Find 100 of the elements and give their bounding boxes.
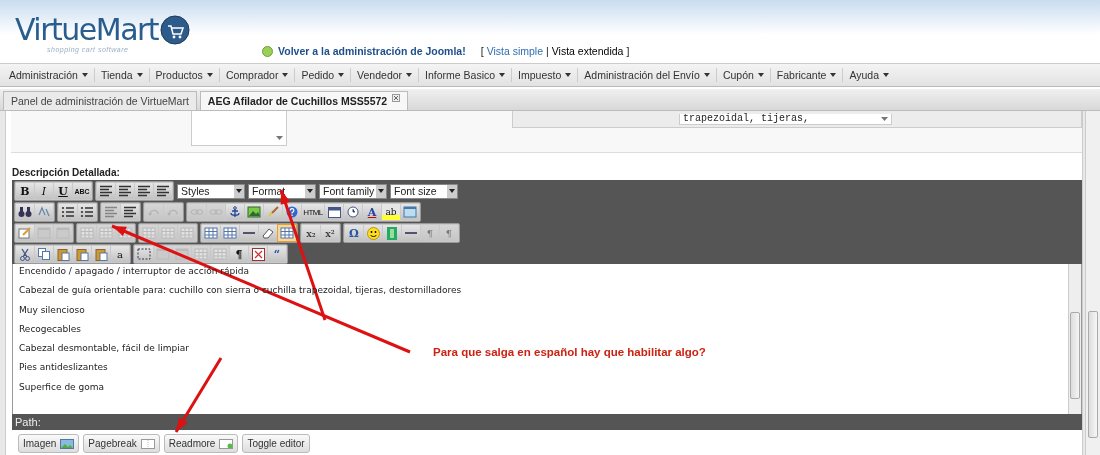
dropdown[interactable]: Font family (319, 183, 387, 199)
menu-item[interactable]: Cupón (716, 68, 771, 82)
menu-item[interactable]: Productos (149, 68, 220, 82)
table-icon (204, 227, 218, 239)
toolbar-button[interactable] (97, 183, 115, 199)
anchor-icon (228, 206, 242, 218)
menu-item[interactable]: Tienda (94, 68, 150, 82)
tab-label: Panel de administración de VirtueMart (11, 95, 189, 107)
tab[interactable]: Panel de administración de VirtueMart (3, 91, 197, 110)
toolbar-button[interactable]: U (54, 183, 72, 199)
content-line: Superfice de goma (19, 380, 104, 394)
dropdown-arrow-icon (236, 189, 242, 193)
copy-icon (37, 248, 51, 260)
toolbar-button[interactable] (16, 204, 34, 220)
content-line: Encendido / apagado / interruptor de acción rápida (19, 265, 249, 278)
clipboard-icon (94, 247, 108, 261)
toolbar-button[interactable] (202, 225, 220, 241)
toolbar-button[interactable]: B (16, 183, 34, 199)
menu-item[interactable]: Impuesto (512, 68, 579, 82)
menu-item[interactable]: Vendedor (351, 68, 420, 82)
table-icon (99, 227, 113, 239)
chain-icon (190, 206, 204, 218)
toolbar-button[interactable] (92, 246, 110, 262)
toolbar-button[interactable]: “ (268, 246, 286, 262)
editor-button[interactable]: Toggle editor (242, 434, 310, 453)
editor-button[interactable]: Pagebreak (83, 434, 160, 453)
page-icon (140, 438, 155, 449)
scrollbar[interactable] (1068, 264, 1081, 414)
toolbar-button[interactable]: Ω (345, 225, 363, 241)
table-icon (180, 227, 194, 239)
toolbar-button[interactable] (121, 204, 139, 220)
toolbar-button[interactable]: ab (382, 204, 400, 220)
toolbar-button[interactable]: x₂ (302, 225, 320, 241)
toolbar-button[interactable] (73, 246, 91, 262)
chain-icon (209, 206, 223, 218)
view-link[interactable]: Vista extendida (551, 45, 624, 57)
separator: | (546, 45, 549, 57)
toolbar-button[interactable] (249, 246, 267, 262)
toolbar-button[interactable] (344, 204, 362, 220)
select-field[interactable]: trapezoidal, tijeras, (679, 114, 892, 125)
menu-item[interactable]: Comprador (219, 68, 296, 82)
toolbar-button[interactable] (325, 204, 343, 220)
toolbar-button[interactable]: I (35, 183, 53, 199)
menu-item[interactable]: Ayuda (843, 68, 896, 82)
dropdown[interactable]: Styles (177, 183, 245, 199)
menu-item[interactable]: Administración (3, 68, 95, 82)
back-link[interactable]: Volver a la administración de Joomla! (278, 45, 466, 57)
toolbar-button[interactable] (16, 246, 34, 262)
toolbar-button[interactable] (278, 225, 296, 241)
lines-icon (137, 185, 151, 197)
toolbar-button[interactable] (59, 204, 77, 220)
toolbar-button[interactable] (402, 225, 420, 241)
toolbar-button[interactable] (135, 183, 153, 199)
dropdown[interactable]: Font size (390, 183, 458, 199)
close-icon[interactable] (392, 94, 401, 102)
lines-icon (156, 185, 170, 197)
dropdown-arrow-icon (307, 189, 313, 193)
brush-icon (266, 206, 280, 218)
toolbar-button[interactable] (226, 204, 244, 220)
toolbar-button[interactable] (245, 204, 263, 220)
joomla-icon (262, 45, 273, 57)
toolbar-button[interactable] (78, 204, 96, 220)
toolbar-button[interactable]: ¶ (230, 246, 248, 262)
menu-item[interactable]: Administración del Envío (578, 68, 717, 82)
picture-icon (247, 206, 261, 218)
menu-item[interactable]: Pedido (295, 68, 352, 82)
calendar-icon (327, 206, 341, 218)
toolbar-button[interactable] (240, 225, 258, 241)
smiley-icon (366, 226, 380, 240)
view-link[interactable]: Vista simple (486, 45, 544, 57)
caret-icon (757, 73, 764, 77)
lines-icon (123, 206, 137, 218)
menu-item[interactable]: Fabricante (770, 68, 844, 82)
lines-icon (118, 185, 132, 197)
table-icon (213, 248, 227, 260)
toolbar-button[interactable] (364, 225, 382, 241)
table-icon (223, 227, 237, 239)
caret-icon (406, 73, 413, 77)
toolbar-button[interactable] (154, 183, 172, 199)
toolbar-button[interactable] (116, 183, 134, 199)
page-scrollbar[interactable] (1085, 111, 1100, 455)
toolbar-button[interactable]: a (111, 246, 129, 262)
editor-button[interactable]: Readmore (163, 434, 239, 453)
content-line: Pies antideslizantes (19, 361, 108, 375)
toolbar-button[interactable]: x² (321, 225, 339, 241)
picture-icon (60, 438, 75, 449)
dropdown-arrow-icon (881, 117, 888, 121)
caret-icon (338, 73, 345, 77)
toolbar-button[interactable] (54, 246, 72, 262)
tab[interactable]: AEG Afilador de Cuchillos MSS5572 (199, 91, 409, 110)
editor-button[interactable]: Imagen (18, 434, 80, 453)
caret-icon (703, 73, 710, 77)
caret-icon (136, 73, 143, 77)
toolbar-button[interactable] (35, 246, 53, 262)
menu-item[interactable]: Informe Basico (419, 68, 513, 82)
eraser-icon (261, 227, 275, 239)
toolbar-button[interactable]: A (363, 204, 381, 220)
toolbar-button[interactable]: HTML (302, 204, 324, 220)
toolbar-button[interactable] (221, 225, 239, 241)
toolbar-button[interactable] (259, 225, 277, 241)
